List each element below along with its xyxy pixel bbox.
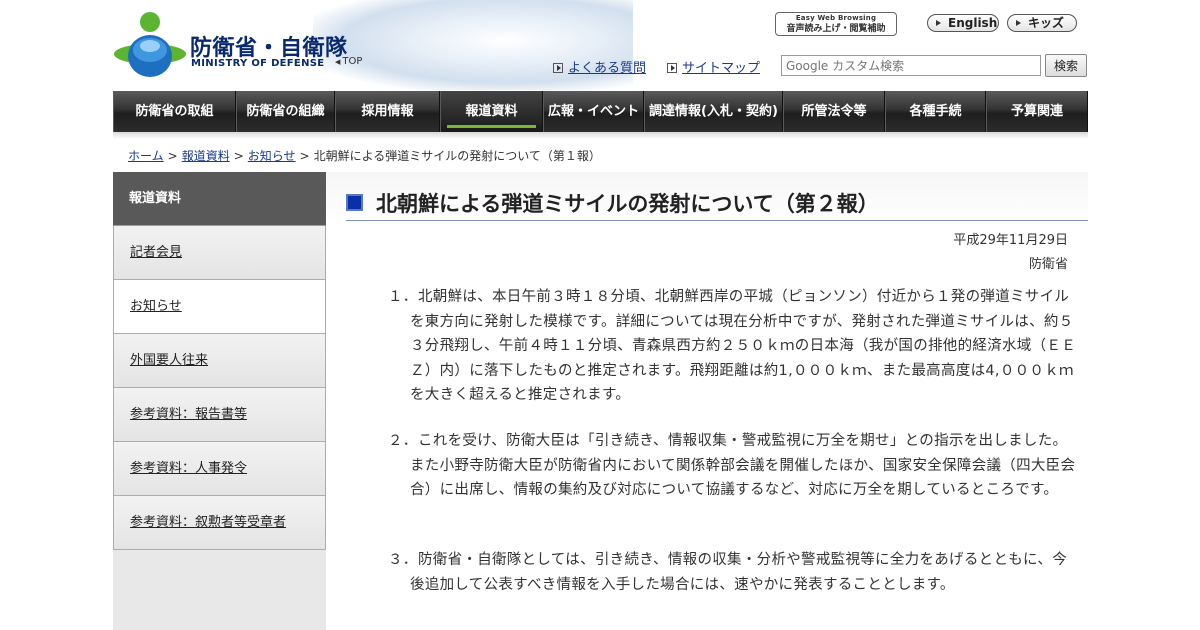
breadcrumb-separator: > — [167, 149, 178, 163]
breadcrumb-separator: > — [233, 149, 244, 163]
nav-item-procedures[interactable]: 各種手続 — [885, 91, 986, 132]
paragraph-text: 北朝鮮は、本日午前３時１８分頃、北朝鮮西岸の平城（ピョンソン）付近から１発の弾道… — [410, 289, 1076, 403]
breadcrumb-notices[interactable]: お知らせ — [248, 149, 296, 163]
article-date: 平成29年11月29日 — [953, 233, 1068, 248]
nav-item-laws[interactable]: 所管法令等 — [783, 91, 885, 132]
article-paragraph: １． 北朝鮮は、本日午前３時１８分頃、北朝鮮西岸の平城（ピョンソン）付近から１発… — [388, 285, 1076, 408]
breadcrumb-home[interactable]: ホーム — [128, 149, 164, 163]
sidebar-item-reports[interactable]: 参考資料：報告書等 — [113, 388, 326, 442]
kids-button-label: キッズ — [1028, 16, 1065, 30]
sidebar-item-personnel[interactable]: 参考資料：人事発令 — [113, 442, 326, 496]
ministry-logo-icon — [114, 12, 186, 77]
nav-item-organization[interactable]: 防衛省の組織 — [236, 91, 335, 132]
breadcrumb-current: 北朝鮮による弾道ミサイルの発射について（第１報） — [313, 149, 601, 163]
page-title: 北朝鮮による弾道ミサイルの発射について（第２報） — [376, 192, 879, 216]
easy-web-subtitle: 音声読み上げ・閲覧補助 — [786, 24, 886, 34]
arrow-right-icon — [553, 63, 563, 73]
nav-item-pr-events[interactable]: 広報・イベント — [543, 91, 644, 132]
english-button-label: English — [948, 16, 998, 30]
breadcrumb-separator: > — [299, 149, 310, 163]
search-button[interactable]: 検索 — [1045, 54, 1087, 77]
sidebar: 報道資料 記者会見 お知らせ 外国要人往来 参考資料：報告書等 参考資料：人事発… — [113, 172, 326, 630]
sitemap-link[interactable]: サイトマップ — [667, 57, 760, 76]
easy-web-browsing-button[interactable]: Easy Web Browsing 音声読み上げ・閲覧補助 — [775, 12, 897, 36]
paragraph-number: ３． — [388, 552, 418, 568]
nav-item-procurement[interactable]: 調達情報(入札・契約) — [644, 91, 783, 132]
nav-shadow — [113, 132, 1088, 139]
top-link-label: TOP — [342, 56, 363, 67]
nav-item-initiatives[interactable]: 防衛省の取組 — [113, 91, 236, 132]
arrow-right-icon — [667, 63, 677, 73]
sidebar-item-notices[interactable]: お知らせ — [113, 280, 326, 334]
sidebar-heading[interactable]: 報道資料 — [113, 172, 326, 226]
paragraph-number: ２． — [388, 433, 418, 449]
nav-item-recruitment[interactable]: 採用情報 — [335, 91, 440, 132]
nav-item-press-releases[interactable]: 報道資料 — [440, 91, 543, 132]
article-title-row: 北朝鮮による弾道ミサイルの発射について（第２報） — [346, 188, 1088, 221]
easy-web-title: Easy Web Browsing — [795, 14, 877, 22]
header-globe-background — [313, 0, 633, 90]
breadcrumb: ホーム > 報道資料 > お知らせ > 北朝鮮による弾道ミサイルの発射について（第１報） — [128, 147, 601, 164]
sidebar-item-press-conference[interactable]: 記者会見 — [113, 226, 326, 280]
paragraph-text: これを受け、防衛大臣は「引き続き、情報収集・警戒監視に万全を期せ」との指示を出し… — [410, 433, 1076, 498]
sidebar-item-foreign-visits[interactable]: 外国要人往来 — [113, 334, 326, 388]
global-navigation: 防衛省の取組 防衛省の組織 採用情報 報道資料 広報・イベント 調達情報(入札・… — [113, 91, 1088, 132]
breadcrumb-press-releases[interactable]: 報道資料 — [182, 149, 230, 163]
article-paragraph: ３． 防衛省・自衛隊としては、引き続き、情報の収集・分析や警戒監視等に全力をあげ… — [388, 548, 1076, 597]
faq-link-label: よくある質問 — [568, 61, 647, 76]
triangle-right-icon — [936, 20, 941, 26]
paragraph-number: １． — [388, 289, 418, 305]
sitemap-link-label: サイトマップ — [682, 61, 761, 76]
kids-button[interactable]: キッズ — [1007, 14, 1077, 32]
search-input[interactable] — [781, 55, 1041, 76]
triangle-right-icon — [1016, 20, 1021, 26]
site-header: 防衛省・自衛隊 MINISTRY OF DEFENSE ◀ TOP Easy We… — [113, 0, 1088, 90]
english-button[interactable]: English — [927, 14, 999, 32]
article-organization: 防衛省 — [1028, 257, 1068, 272]
paragraph-text: 防衛省・自衛隊としては、引き続き、情報の収集・分析や警戒監視等に全力をあげるとと… — [410, 552, 1068, 593]
article-paragraph: ２． これを受け、防衛大臣は「引き続き、情報収集・警戒監視に万全を期せ」との指示… — [388, 429, 1076, 503]
site-logo[interactable]: 防衛省・自衛隊 MINISTRY OF DEFENSE — [113, 10, 347, 80]
triangle-left-icon: ◀ — [335, 58, 341, 66]
nav-item-budget[interactable]: 予算関連 — [986, 91, 1088, 132]
faq-link[interactable]: よくある質問 — [553, 57, 646, 76]
logo-text-english: MINISTRY OF DEFENSE — [191, 58, 325, 69]
title-square-icon — [346, 194, 363, 211]
top-link[interactable]: ◀ TOP — [335, 56, 362, 67]
sidebar-item-decorations[interactable]: 参考資料：叙勲者等受章者 — [113, 496, 326, 550]
